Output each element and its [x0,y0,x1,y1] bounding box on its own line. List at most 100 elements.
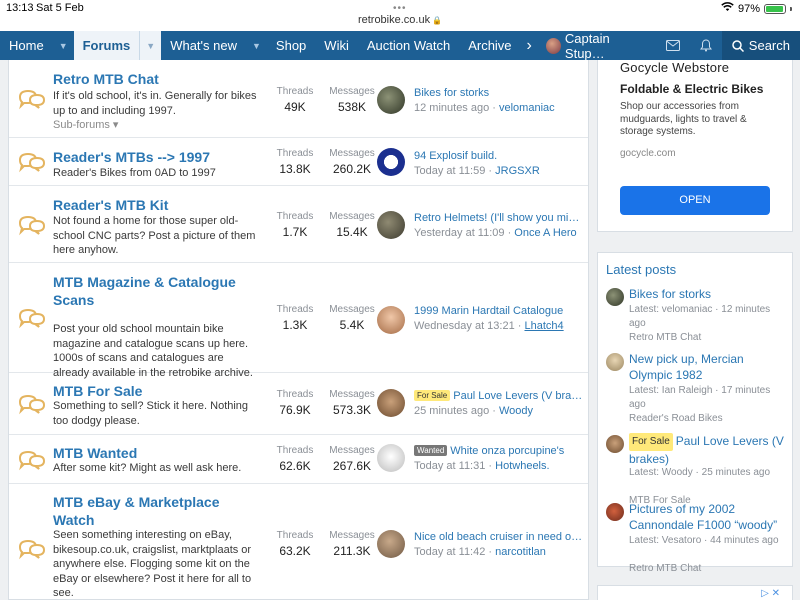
stat-threads-label: Threads [276,148,314,159]
envelope-icon[interactable] [656,31,690,60]
last-post-time[interactable]: Today at 11:31 [414,460,485,472]
multitasking-dots-icon[interactable]: ••• [393,3,407,14]
stat-messages-label: Messages [329,530,375,541]
avatar[interactable] [606,288,624,306]
latest-post-forum[interactable]: Retro MTB Chat [629,562,789,576]
avatar[interactable] [606,435,624,453]
last-post-user[interactable]: velomaniac [499,102,555,114]
bell-icon[interactable] [690,31,722,60]
avatar[interactable] [606,503,624,521]
separator: · [485,165,496,177]
stat-threads-value: 13.8K [279,162,311,176]
stat-messages-value: 15.4K [336,225,368,239]
latest-post-meta: Latest: Ian Raleigh · 17 minutes ago [629,385,771,410]
forum-chat-icon [17,448,47,472]
latest-post-title[interactable]: For Sale Paul Love Levers (V brakes) [629,433,789,467]
forum-title[interactable]: MTB For Sale [53,382,253,400]
avatar[interactable] [377,389,405,417]
forum-chat-icon [17,306,47,330]
chevron-down-icon[interactable]: ▼ [139,31,162,60]
forum-title[interactable]: MTB eBay & Marketplace Watch [53,493,253,529]
user-menu[interactable]: Captain Stup… [538,31,656,61]
last-post-title[interactable]: 1999 Marin Hardtail Catalogue [414,305,584,317]
forum-title[interactable]: Reader's MTB Kit [53,196,253,214]
last-post-time[interactable]: Today at 11:42 [414,546,485,558]
chevron-down-icon[interactable]: ▼ [246,31,267,60]
latest-post-forum[interactable]: Retro MTB Chat [629,331,789,345]
nav-auction-watch[interactable]: Auction Watch [358,31,459,60]
last-post-title[interactable]: 94 Explosif build. [414,150,584,162]
avatar[interactable] [377,211,405,239]
last-post-time[interactable]: Wednesday at 13:21 [414,320,515,332]
lock-icon: 🔒 [432,16,443,25]
last-post-title[interactable]: Nice old beach cruiser in need of … [414,531,584,543]
chevron-right-icon[interactable]: › [521,31,538,60]
ad-brand[interactable]: Gocycle Webstore [620,60,729,75]
last-post-user[interactable]: Lhatch4 [524,320,563,332]
last-post-title[interactable]: Retro Helmets! (I'll show you mine… [414,212,584,224]
latest-post-meta: Latest: Vesatoro · 44 minutes ago [629,535,779,546]
avatar[interactable] [377,530,405,558]
latest-posts-heading[interactable]: Latest posts [606,262,676,277]
separator: · [489,102,499,114]
avatar[interactable] [377,86,405,114]
nav-whats-new[interactable]: What's new [161,31,246,60]
nav-wiki[interactable]: Wiki [315,31,358,60]
forum-title[interactable]: Reader's MTBs --> 1997 [53,148,253,166]
ad-headline[interactable]: Foldable & Electric Bikes [620,82,763,96]
latest-post-title[interactable]: New pick up, Mercian Olympic 1982 [629,351,789,383]
forum-title[interactable]: Retro MTB Chat [53,70,253,88]
forum-title[interactable]: MTB Wanted [53,444,253,462]
sub-forums-toggle[interactable]: Sub-forums ▾ [53,118,118,131]
latest-post-title[interactable]: Bikes for storks [629,286,789,302]
last-post-title[interactable]: Wanted White onza porcupine's [414,445,584,457]
forum-description: Seen something interesting on eBay, bike… [53,529,252,599]
last-post-time[interactable]: Yesterday at 11:09 [414,227,505,239]
last-post-time[interactable]: Today at 11:59 [414,165,485,177]
last-post-time[interactable]: 25 minutes ago [414,405,489,417]
forum-node: MTB eBay & Marketplace Watch Seen somethi… [9,484,588,599]
url-text: retrobike.co.uk [357,14,431,26]
search-button[interactable]: Search [721,31,800,60]
last-post-user[interactable]: Hotwheels. [495,460,549,472]
stat-threads: Threads 76.9K [265,389,325,417]
forum-description: Post your old school mountain bike magaz… [53,323,253,379]
last-post-title[interactable]: For Sale Paul Love Levers (V brakes) [414,390,584,402]
latest-post-title[interactable]: Pictures of my 2002 Cannondale F1000 “wo… [629,501,789,533]
last-post-user[interactable]: JRGSXR [495,165,540,177]
stat-threads-value: 63.2K [279,544,311,558]
last-post-meta: 12 minutes ago · velomaniac [414,102,555,114]
last-post-user[interactable]: Once A Hero [514,227,576,239]
nav-archive[interactable]: Archive [459,31,520,60]
forum-node: Reader's MTB Kit Not found a home for tho… [9,186,588,263]
last-post-title[interactable]: Bikes for storks [414,87,584,99]
forum-node: Retro MTB Chat If it's old school, it's i… [9,60,588,138]
nav-home[interactable]: Home [0,31,53,60]
avatar[interactable] [606,353,624,371]
separator: · [485,460,496,472]
avatar[interactable] [377,444,405,472]
last-post-time[interactable]: 12 minutes ago [414,102,489,114]
avatar[interactable] [377,306,405,334]
last-post-title-text: 1999 Marin Hardtail Catalogue [414,305,564,317]
forum-node: Reader's MTBs --> 1997 Reader's Bikes fro… [9,138,588,186]
forum-title[interactable]: MTB Magazine & Catalogue Scans [53,273,253,309]
stat-threads-label: Threads [276,389,314,400]
last-post-title-text: Nice old beach cruiser in need of … [414,531,584,543]
ad-open-button[interactable]: OPEN [620,186,770,215]
forum-chat-icon [17,392,47,416]
ad-url[interactable]: gocycle.com [620,148,676,159]
stat-threads-label: Threads [276,211,314,222]
address-bar[interactable]: retrobike.co.uk 🔒 [0,14,800,31]
last-post-user[interactable]: narcotitlan [495,546,546,558]
nav-forums[interactable]: Forums [73,31,140,60]
ad-choices-icon[interactable]: ▷ ✕ [761,588,780,599]
latest-post-title-text: New pick up, Mercian Olympic 1982 [629,352,744,382]
nav-shop[interactable]: Shop [267,31,315,60]
last-post-title-text: Retro Helmets! (I'll show you mine… [414,212,584,224]
avatar[interactable] [377,148,405,176]
latest-post-forum[interactable]: Reader's Road Bikes [629,412,789,426]
chevron-down-icon[interactable]: ▼ [53,31,74,60]
last-post-user[interactable]: Woody [499,405,533,417]
stat-messages: Messages 538K [322,86,382,114]
